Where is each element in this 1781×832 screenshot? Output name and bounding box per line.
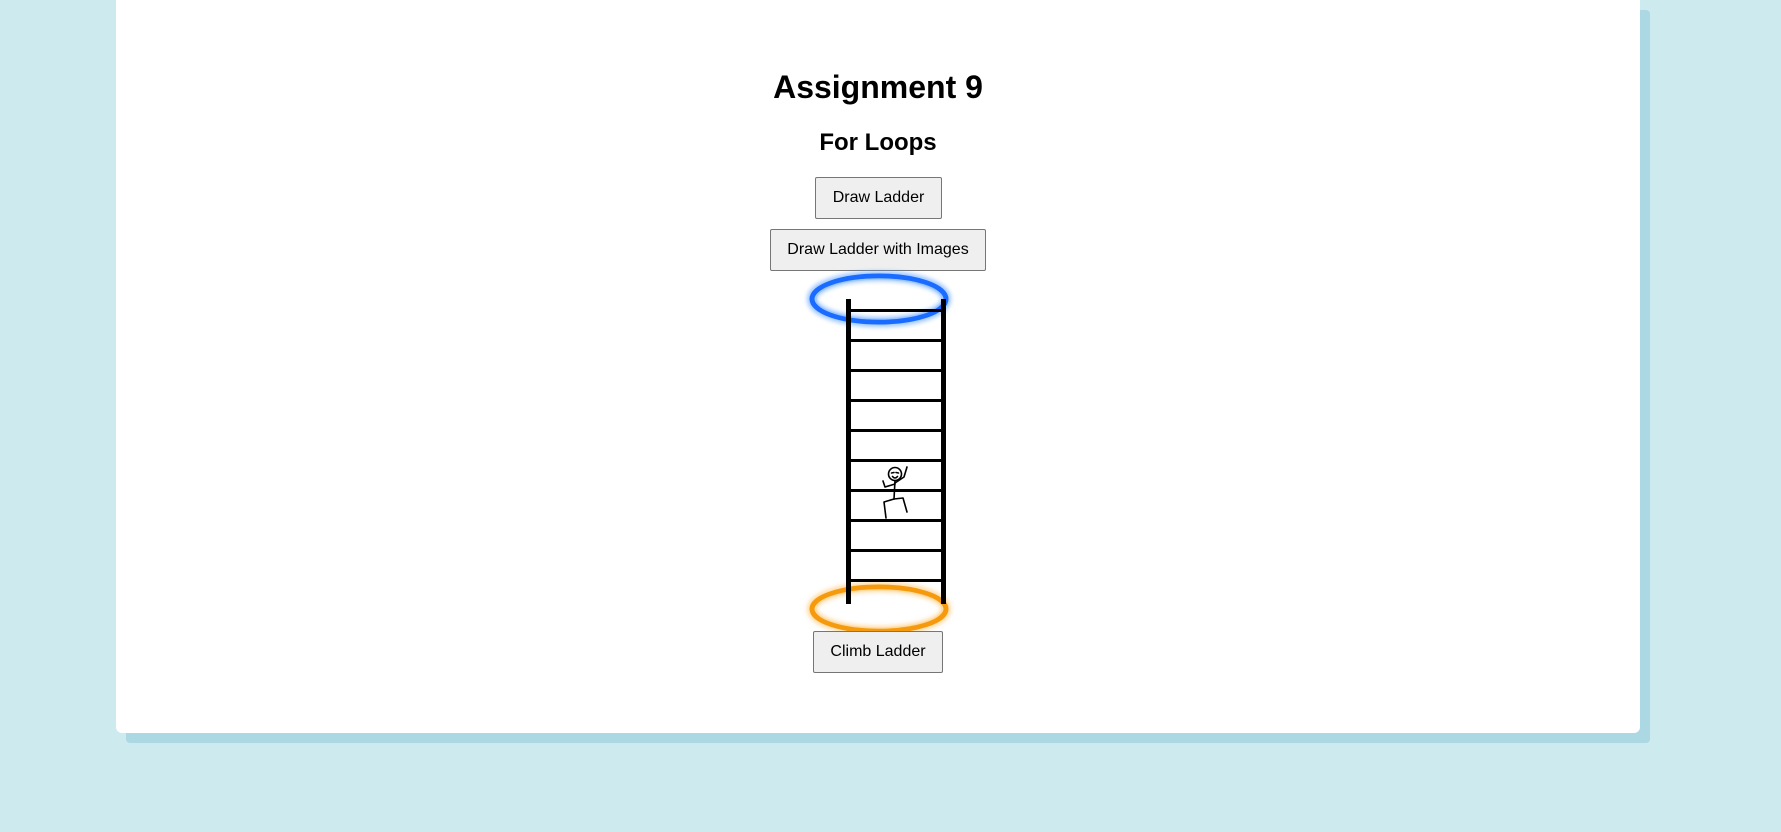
- ladder-rung: [849, 339, 943, 342]
- page-subtitle: For Loops: [819, 129, 937, 156]
- ladder-rung: [849, 459, 943, 462]
- ladder-rung: [849, 369, 943, 372]
- ladder-rung: [849, 429, 943, 432]
- stick-figure: [882, 466, 908, 519]
- climb-ladder-button[interactable]: Climb Ladder: [813, 631, 943, 673]
- page-title: Assignment 9: [773, 69, 983, 105]
- ladder-rung: [849, 549, 943, 552]
- ladder-drawing: [807, 271, 951, 636]
- ladder-rung: [849, 309, 943, 312]
- ladder-rungs: [849, 309, 943, 582]
- ladder-right-rail: [941, 299, 946, 604]
- ladder-rung: [849, 519, 943, 522]
- ladder-scene: [794, 262, 964, 640]
- ladder-rung: [849, 579, 943, 582]
- ladder-rung: [849, 489, 943, 492]
- ladder-rung: [849, 399, 943, 402]
- blue-portal: [807, 271, 951, 327]
- orange-portal: [807, 582, 951, 636]
- main-card: Assignment 9 For Loops Draw Ladder Draw …: [116, 0, 1640, 733]
- draw-ladder-button[interactable]: Draw Ladder: [815, 177, 942, 219]
- ladder-left-rail: [846, 299, 851, 604]
